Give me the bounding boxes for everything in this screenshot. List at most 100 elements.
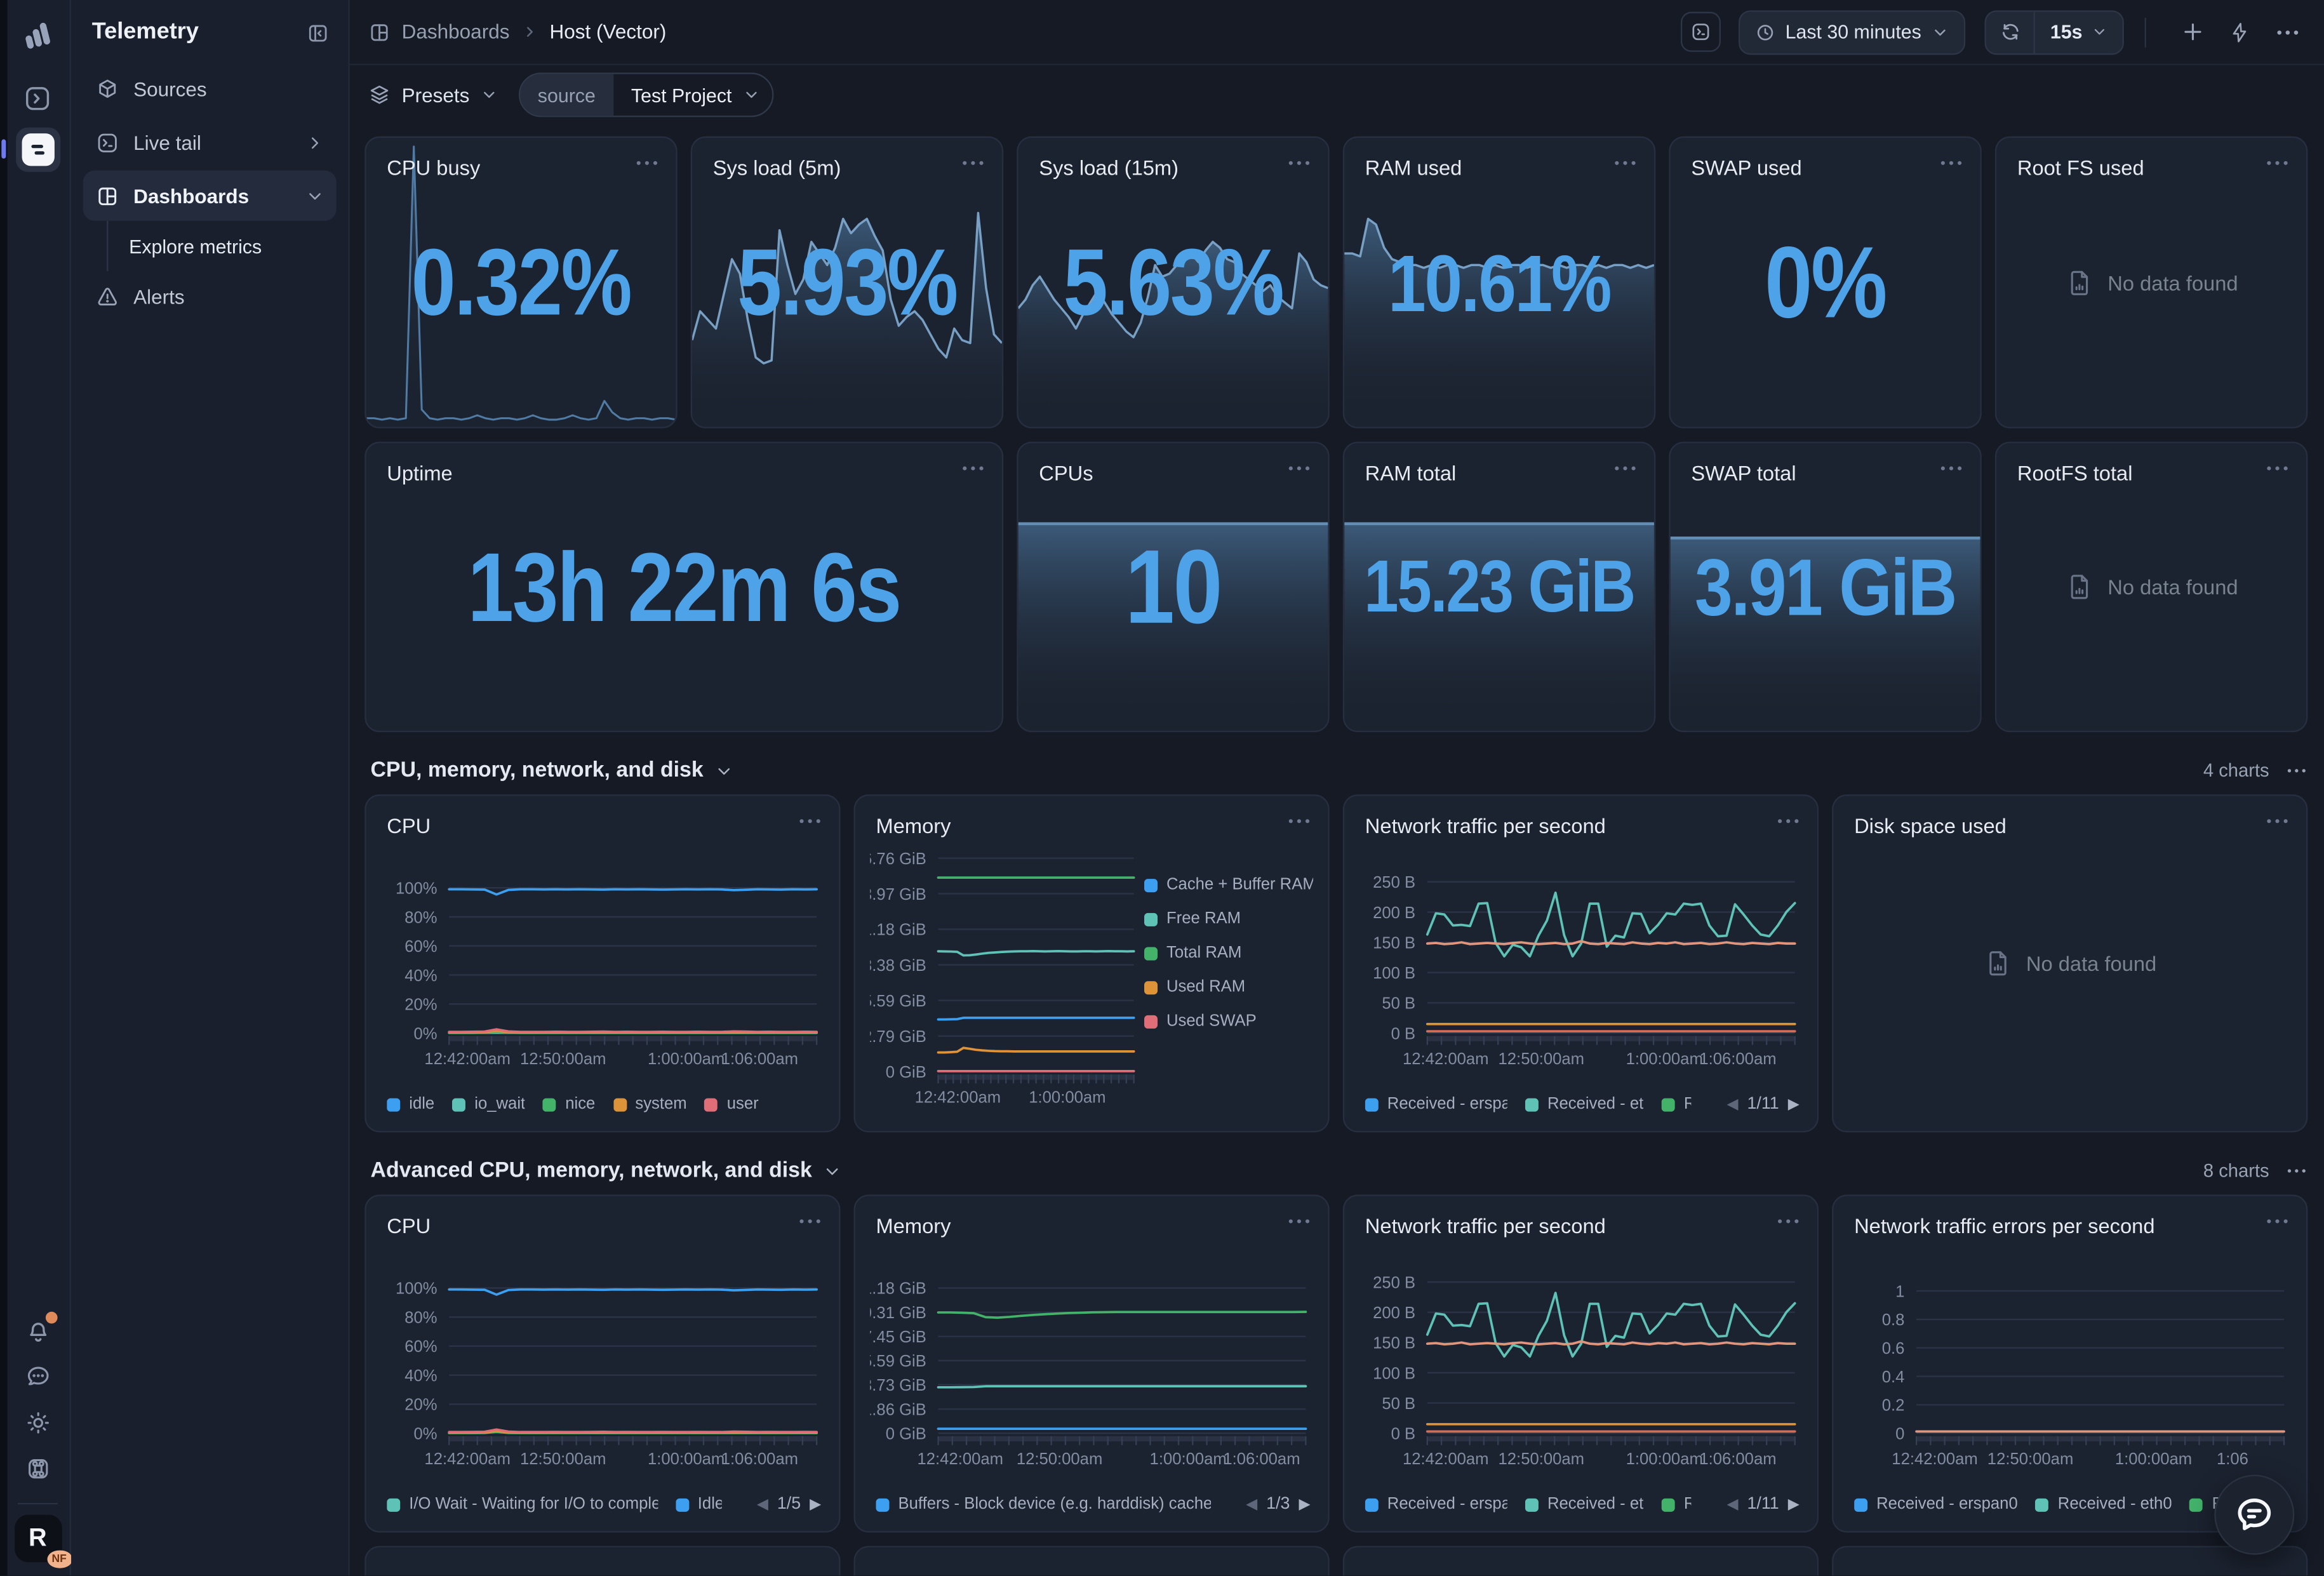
legend-color-chip — [1144, 912, 1158, 926]
legend-item-received-erspan0[interactable]: Received - erspan0 — [1365, 1095, 1507, 1113]
source-filter[interactable]: source Test Project — [518, 72, 773, 117]
panel-menu-icon[interactable] — [1777, 813, 1800, 824]
panel-menu-icon[interactable] — [1288, 813, 1310, 824]
legend-prev-icon[interactable]: ◀ — [1726, 1496, 1738, 1513]
svg-text:1:06:00am: 1:06:00am — [1699, 1450, 1776, 1468]
theme-sun-icon[interactable] — [15, 1401, 60, 1445]
stat-card-title: CPUs — [1039, 461, 1093, 484]
sidebar-item-dashboards[interactable]: Dashboards — [83, 170, 337, 220]
add-panel-icon[interactable] — [2173, 13, 2212, 51]
panel-menu-icon[interactable] — [1288, 1214, 1310, 1224]
panel-menu-icon[interactable] — [962, 461, 984, 471]
chevron-down-icon[interactable] — [714, 761, 733, 780]
svg-text:1:06:00am: 1:06:00am — [1699, 1050, 1776, 1068]
chevron-down-icon[interactable] — [822, 1161, 841, 1180]
legend-item-io-wait[interactable]: io_wait — [452, 1095, 525, 1113]
breadcrumb-parent[interactable]: Dashboards — [402, 21, 510, 43]
panel-menu-icon[interactable] — [2266, 1214, 2288, 1224]
app-logo-icon[interactable] — [17, 15, 58, 56]
presets-dropdown[interactable]: Presets — [368, 83, 498, 107]
time-range-picker[interactable]: Last 30 minutes — [1738, 10, 1966, 54]
chart-title: Memory — [876, 1214, 951, 1238]
section-title: CPU, memory, network, and disk — [371, 759, 704, 782]
chevron-down-icon — [305, 186, 324, 205]
sidebar-collapse-icon[interactable] — [305, 20, 331, 46]
legend-item-nice[interactable]: nice — [543, 1095, 595, 1113]
refresh-interval-select[interactable]: 15s — [2036, 21, 2123, 43]
legend-item-received-eth0[interactable]: Received - eth0 — [2036, 1495, 2172, 1513]
svg-text:12:50:00am: 12:50:00am — [520, 1450, 606, 1468]
notifications-bell-icon[interactable] — [15, 1310, 60, 1354]
legend-next-icon[interactable]: ▶ — [1788, 1096, 1800, 1112]
legend-item-free-ram[interactable]: Free RAM — [1144, 910, 1313, 928]
stat-card-cpu-busy: CPU busy0.32% — [364, 137, 678, 429]
chat-widget-button[interactable] — [2214, 1475, 2294, 1555]
legend-next-icon[interactable]: ▶ — [1788, 1496, 1800, 1513]
sidebar-item-live-tail[interactable]: Live tail — [83, 117, 337, 167]
panel-menu-icon[interactable] — [636, 156, 658, 166]
svg-text:200 B: 200 B — [1373, 904, 1415, 922]
panel-menu-icon[interactable] — [2266, 156, 2288, 166]
legend-prev-icon[interactable]: ◀ — [757, 1496, 768, 1513]
sidebar-item-explore-metrics[interactable]: Explore metrics — [83, 224, 337, 268]
svg-text:12:42:00am: 12:42:00am — [424, 1450, 511, 1468]
legend-item-idle[interactable]: Idle — [676, 1495, 721, 1513]
tv-mode-button[interactable] — [1680, 12, 1720, 52]
command-menu-icon[interactable] — [15, 1446, 60, 1491]
panel-menu-icon[interactable] — [1940, 461, 1962, 471]
user-avatar[interactable]: R NF — [14, 1515, 62, 1563]
feedback-chat-icon[interactable] — [15, 1354, 60, 1399]
live-tail-rail-icon[interactable] — [15, 76, 60, 120]
panel-menu-icon[interactable] — [1614, 156, 1636, 166]
legend-item-r[interactable]: R — [1662, 1095, 1692, 1113]
legend-item-received-erspan0[interactable]: Received - erspan0 — [1854, 1495, 2018, 1513]
legend-item-total-ram[interactable]: Total RAM — [1144, 944, 1313, 962]
svg-text:11.18 GiB: 11.18 GiB — [870, 921, 926, 939]
stat-card-sys-load-15m: Sys load (15m)5.63% — [1017, 137, 1330, 429]
legend-next-icon[interactable]: ▶ — [1299, 1496, 1310, 1513]
section-more-icon[interactable] — [2287, 768, 2306, 773]
svg-text:1:00:00am: 1:00:00am — [1626, 1050, 1703, 1068]
legend-item-system[interactable]: system — [613, 1095, 686, 1113]
legend-prev-icon[interactable]: ◀ — [1726, 1096, 1738, 1112]
legend-item-i-o-wait-waiting-for-i-o-to-complete[interactable]: I/O Wait - Waiting for I/O to complete — [387, 1495, 658, 1513]
panel-menu-icon[interactable] — [1777, 1214, 1800, 1224]
panel-menu-icon[interactable] — [799, 813, 821, 824]
legend-item-user[interactable]: user — [705, 1095, 759, 1113]
section-more-icon[interactable] — [2287, 1168, 2306, 1173]
svg-text:9.31 GiB: 9.31 GiB — [870, 1304, 926, 1322]
layers-icon — [368, 83, 391, 107]
panel-menu-icon[interactable] — [1940, 156, 1962, 166]
svg-text:200 B: 200 B — [1373, 1304, 1415, 1322]
more-options-icon[interactable] — [2267, 13, 2306, 51]
svg-text:1:06:00am: 1:06:00am — [1223, 1450, 1300, 1468]
refresh-button[interactable] — [1987, 11, 2034, 53]
legend-color-chip — [1662, 1097, 1675, 1111]
legend-item-cache-buffer-ram[interactable]: Cache + Buffer RAM — [1144, 876, 1313, 894]
dashboards-rail-icon[interactable] — [15, 128, 60, 172]
panel-menu-icon[interactable] — [1288, 461, 1310, 471]
legend-pagination: ◀1/5▶ — [757, 1495, 821, 1513]
panel-menu-icon[interactable] — [799, 1214, 821, 1224]
legend-prev-icon[interactable]: ◀ — [1246, 1496, 1257, 1513]
panel-menu-icon[interactable] — [1614, 461, 1636, 471]
panel-menu-icon[interactable] — [962, 156, 984, 166]
legend-item-idle[interactable]: idle — [387, 1095, 434, 1113]
panel-menu-icon[interactable] — [2266, 813, 2288, 824]
legend-item-received-eth0[interactable]: Received - eth0 — [1525, 1495, 1644, 1513]
legend-next-icon[interactable]: ▶ — [810, 1496, 821, 1513]
sidebar-item-sources[interactable]: Sources — [83, 63, 337, 114]
legend-item-received-eth0[interactable]: Received - eth0 — [1525, 1095, 1644, 1113]
sidebar-item-alerts[interactable]: Alerts — [83, 271, 337, 321]
panel-menu-icon[interactable] — [1288, 156, 1310, 166]
svg-text:1:00:00am: 1:00:00am — [1626, 1450, 1703, 1468]
legend-item-used-swap[interactable]: Used SWAP — [1144, 1012, 1313, 1030]
legend-item-received-erspan0[interactable]: Received - erspan0 — [1365, 1495, 1507, 1513]
panel-menu-icon[interactable] — [2266, 461, 2288, 471]
legend-item-r[interactable]: R — [1662, 1495, 1692, 1513]
legend-item-used-ram[interactable]: Used RAM — [1144, 978, 1313, 996]
quick-actions-bolt-icon[interactable] — [2220, 13, 2259, 51]
legend-page-indicator: 1/3 — [1266, 1495, 1290, 1513]
breadcrumb-current: Host (Vector) — [550, 21, 667, 43]
legend-item-buffers-block-device-e-g-harddisk-cache[interactable]: Buffers - Block device (e.g. harddisk) c… — [876, 1495, 1211, 1513]
